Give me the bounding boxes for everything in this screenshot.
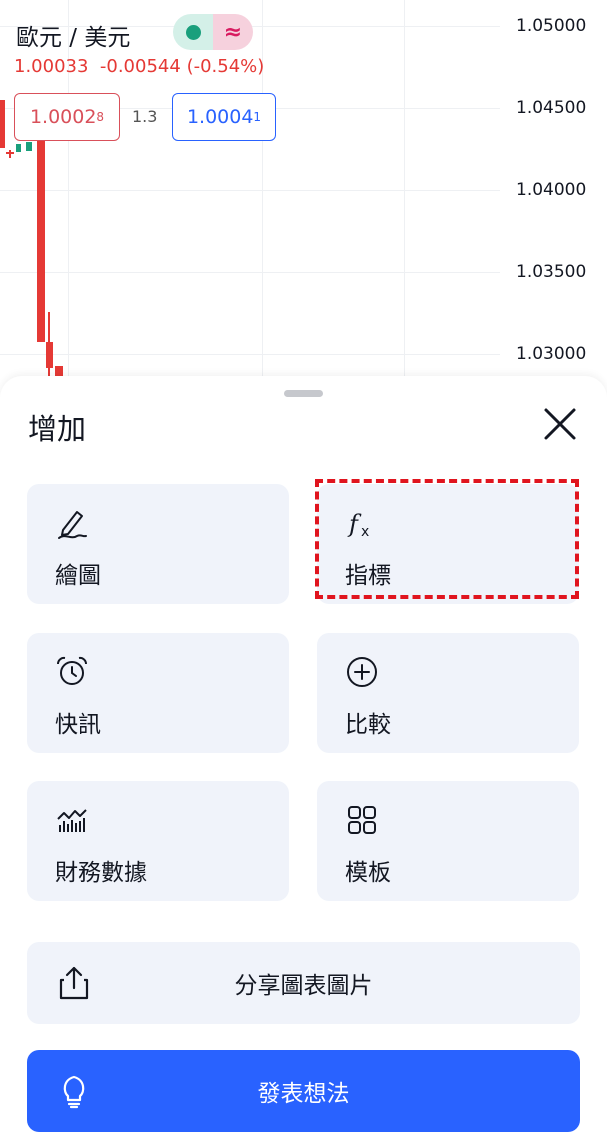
sell-price-pip: 8 (96, 110, 105, 124)
tile-label: 比較 (345, 712, 391, 738)
chart-area[interactable]: 1.05000 1.04500 1.04000 1.03500 1.03000 … (0, 0, 607, 400)
publish-label: 發表想法 (257, 1081, 350, 1107)
share-label: 分享圖表圖片 (234, 973, 373, 999)
price-change-line: 1.00033 -0.00544 (-0.54%) (14, 56, 264, 77)
pen-icon (58, 511, 87, 539)
price-change-pct: (-0.54%) (186, 56, 265, 77)
y-axis-tick: 1.04500 (516, 98, 587, 118)
tile-label: 財務數據 (55, 860, 147, 886)
alarm-clock-icon (56, 656, 88, 685)
market-status-toggle[interactable]: ≈ (173, 14, 253, 50)
buy-price-button[interactable]: 1.0004 1 (172, 93, 276, 141)
financials-chart-icon (57, 809, 87, 832)
publish-idea-button[interactable]: 發表想法 (27, 1050, 580, 1132)
spread-value: 1.3 (132, 107, 158, 126)
y-axis-tick: 1.03000 (516, 344, 587, 364)
approx-icon: ≈ (213, 14, 253, 50)
candle (37, 132, 45, 342)
candle (16, 144, 21, 152)
y-axis-tick: 1.03500 (516, 262, 587, 282)
tile-label: 模板 (345, 860, 391, 886)
plus-circle-icon (347, 657, 377, 687)
symbol-title[interactable]: 歐元 / 美元 (16, 18, 130, 52)
candle (26, 142, 32, 151)
close-button[interactable] (540, 404, 580, 444)
share-chart-image-button[interactable]: 分享圖表圖片 (27, 942, 580, 1024)
buy-price-pip: 1 (253, 110, 262, 124)
buy-price: 1.0004 (186, 106, 254, 128)
tile-label: 快訊 (55, 712, 101, 738)
grid-icon (348, 806, 376, 834)
y-axis-tick: 1.04000 (516, 180, 587, 200)
y-axis-tick: 1.05000 (516, 16, 587, 36)
sell-price: 1.0002 (29, 106, 97, 128)
drag-handle[interactable] (284, 390, 323, 397)
market-open-icon (173, 14, 213, 50)
tile-financials[interactable]: 財務數據 (27, 781, 289, 901)
tile-label: 繪圖 (55, 563, 101, 589)
candle (46, 342, 53, 368)
candle (0, 100, 5, 148)
tile-drawing[interactable]: 繪圖 (27, 484, 289, 604)
close-icon (544, 408, 576, 440)
tile-templates[interactable]: 模板 (317, 781, 579, 901)
sheet-title: 增加 (28, 412, 87, 446)
price-change: -0.00544 (99, 56, 181, 77)
tile-alerts[interactable]: 快訊 (27, 633, 289, 753)
sell-price-button[interactable]: 1.0002 8 (14, 93, 120, 141)
last-price: 1.00033 (14, 56, 89, 77)
grid-line (404, 0, 405, 400)
selection-highlight (315, 479, 579, 599)
tile-compare[interactable]: 比較 (317, 633, 579, 753)
